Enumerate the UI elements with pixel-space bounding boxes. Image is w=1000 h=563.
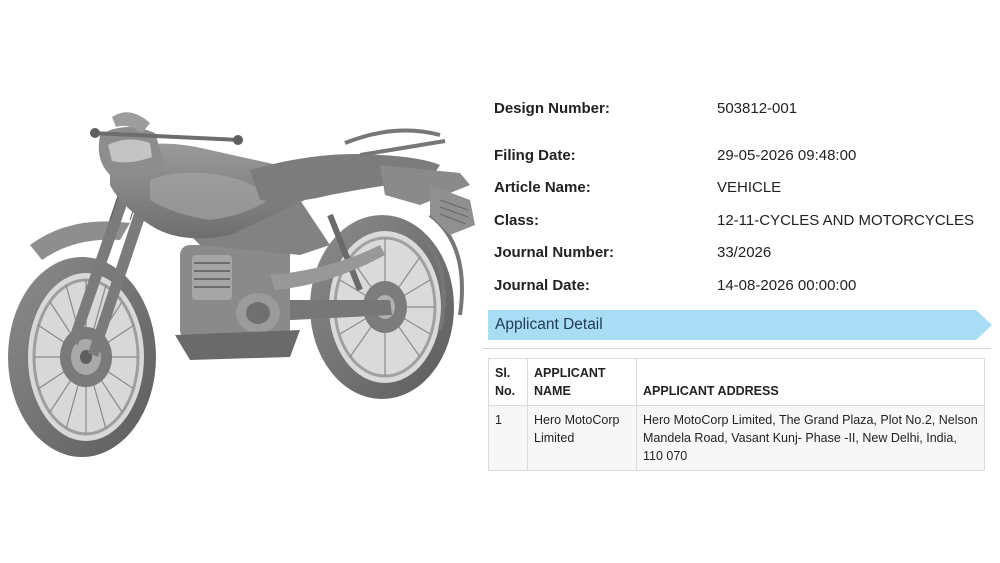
- applicant-detail-banner: Applicant Detail: [488, 310, 992, 340]
- class-row: Class: 12-11-CYCLES AND MOTORCYCLES: [494, 210, 994, 232]
- journal-number-row: Journal Number: 33/2026: [494, 242, 994, 264]
- journal-date-label: Journal Date:: [494, 277, 590, 294]
- filing-date-label: Filing Date:: [494, 147, 576, 164]
- header-applicant-address: APPLICANT ADDRESS: [636, 358, 985, 406]
- journal-number-label: Journal Number:: [494, 244, 615, 261]
- design-number-row: Design Number: 503812-001: [494, 98, 994, 120]
- filing-date-row: Filing Date: 29-05-2026 09:48:00: [494, 145, 994, 167]
- journal-date-row: Journal Date: 14-08-2026 00:00:00: [494, 275, 994, 297]
- journal-date-value: 14-08-2026 00:00:00: [717, 277, 857, 294]
- header-name-line2: NAME: [534, 384, 571, 398]
- cell-sl-no: 1: [488, 405, 528, 471]
- header-applicant-name: APPLICANT NAME: [527, 358, 637, 406]
- header-sl-no: Sl. No.: [488, 358, 528, 406]
- filing-date-value: 29-05-2026 09:48:00: [717, 147, 857, 164]
- journal-number-value: 33/2026: [717, 244, 772, 261]
- class-label: Class:: [494, 212, 540, 229]
- class-value: 12-11-CYCLES AND MOTORCYCLES: [717, 212, 975, 229]
- design-number-label: Design Number:: [494, 100, 610, 117]
- engine: [175, 245, 300, 360]
- cell-applicant-name: Hero MotoCorp Limited: [527, 405, 637, 471]
- banner-divider: [483, 348, 991, 349]
- applicant-table: Sl. No. APPLICANT NAME APPLICANT ADDRESS…: [488, 358, 985, 471]
- applicant-detail-title: Applicant Detail: [495, 316, 603, 333]
- table-row: 1 Hero MotoCorp Limited Hero MotoCorp Li…: [488, 405, 985, 471]
- header-sl-line1: Sl.: [495, 366, 511, 380]
- table-header-row: Sl. No. APPLICANT NAME APPLICANT ADDRESS: [488, 358, 985, 406]
- motorcycle-design-image: [0, 95, 490, 465]
- motorcycle-icon: [8, 112, 475, 457]
- header-name-line1: APPLICANT: [534, 366, 606, 380]
- article-name-row: Article Name: VEHICLE: [494, 177, 994, 199]
- design-number-value: 503812-001: [717, 100, 798, 117]
- article-name-label: Article Name:: [494, 179, 591, 196]
- article-name-value: VEHICLE: [717, 179, 782, 196]
- front-wheel: [8, 257, 156, 457]
- header-sl-line2: No.: [495, 384, 516, 398]
- cell-applicant-address: Hero MotoCorp Limited, The Grand Plaza, …: [636, 405, 985, 471]
